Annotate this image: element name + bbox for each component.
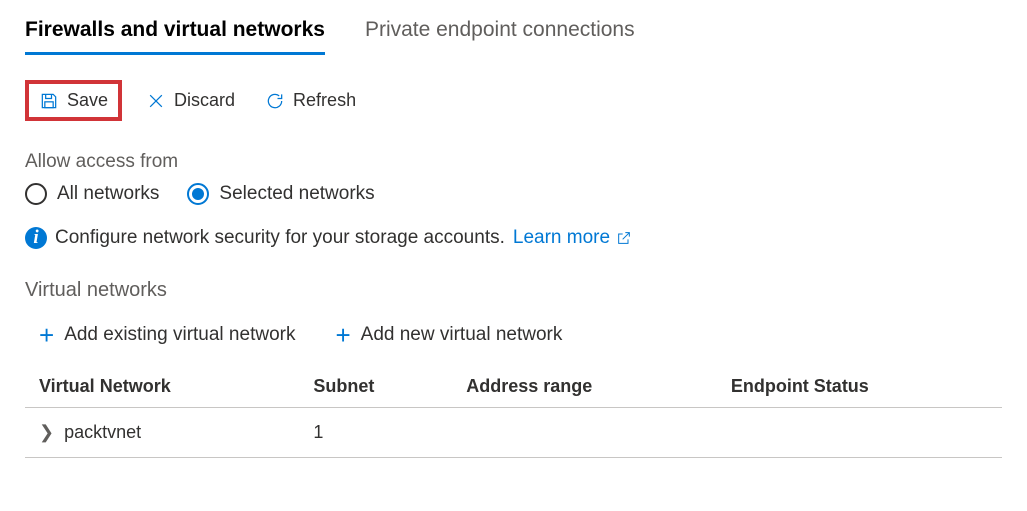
refresh-label: Refresh xyxy=(293,90,356,111)
refresh-button[interactable]: Refresh xyxy=(259,86,362,115)
discard-label: Discard xyxy=(174,90,235,111)
radio-selected-networks[interactable]: Selected networks xyxy=(187,183,374,205)
vnet-status xyxy=(717,408,1002,458)
tab-private-endpoint[interactable]: Private endpoint connections xyxy=(365,10,635,55)
save-label: Save xyxy=(67,90,108,111)
radio-label: Selected networks xyxy=(219,183,374,205)
vnet-subnet: 1 xyxy=(299,408,452,458)
external-link-icon xyxy=(616,230,632,246)
save-icon xyxy=(39,91,59,111)
plus-icon: + xyxy=(39,322,54,348)
col-virtual-network: Virtual Network xyxy=(25,366,299,408)
tab-bar: Firewalls and virtual networks Private e… xyxy=(25,10,1002,55)
vnet-name: packtvnet xyxy=(64,422,141,443)
tab-firewalls[interactable]: Firewalls and virtual networks xyxy=(25,10,325,55)
radio-icon xyxy=(25,183,47,205)
radio-label: All networks xyxy=(57,183,159,205)
add-existing-vnet-button[interactable]: + Add existing virtual network xyxy=(39,322,295,348)
info-text: Configure network security for your stor… xyxy=(55,227,505,249)
col-subnet: Subnet xyxy=(299,366,452,408)
plus-icon: + xyxy=(335,322,350,348)
refresh-icon xyxy=(265,91,285,111)
add-new-vnet-button[interactable]: + Add new virtual network xyxy=(335,322,562,348)
allow-access-label: Allow access from xyxy=(25,151,1002,173)
vnet-table: Virtual Network Subnet Address range End… xyxy=(25,366,1002,458)
vnet-actions: + Add existing virtual network + Add new… xyxy=(25,322,1002,348)
allow-access-radio-group: All networks Selected networks xyxy=(25,183,1002,205)
table-row: ❯ packtvnet 1 xyxy=(25,408,1002,458)
add-existing-label: Add existing virtual network xyxy=(64,324,295,346)
row-expand-toggle[interactable]: ❯ packtvnet xyxy=(39,422,285,443)
vnet-range xyxy=(452,408,717,458)
info-icon: i xyxy=(25,227,47,249)
radio-icon xyxy=(187,183,209,205)
discard-button[interactable]: Discard xyxy=(140,86,241,115)
col-address-range: Address range xyxy=(452,366,717,408)
add-new-label: Add new virtual network xyxy=(361,324,563,346)
info-banner: i Configure network security for your st… xyxy=(25,227,1002,249)
learn-more-label: Learn more xyxy=(513,227,610,249)
save-button[interactable]: Save xyxy=(25,80,122,121)
virtual-networks-heading: Virtual networks xyxy=(25,279,1002,302)
radio-all-networks[interactable]: All networks xyxy=(25,183,159,205)
toolbar: Save Discard Refresh xyxy=(25,80,1002,121)
learn-more-link[interactable]: Learn more xyxy=(513,227,632,249)
close-icon xyxy=(146,91,166,111)
chevron-right-icon: ❯ xyxy=(39,422,54,443)
col-endpoint-status: Endpoint Status xyxy=(717,366,1002,408)
